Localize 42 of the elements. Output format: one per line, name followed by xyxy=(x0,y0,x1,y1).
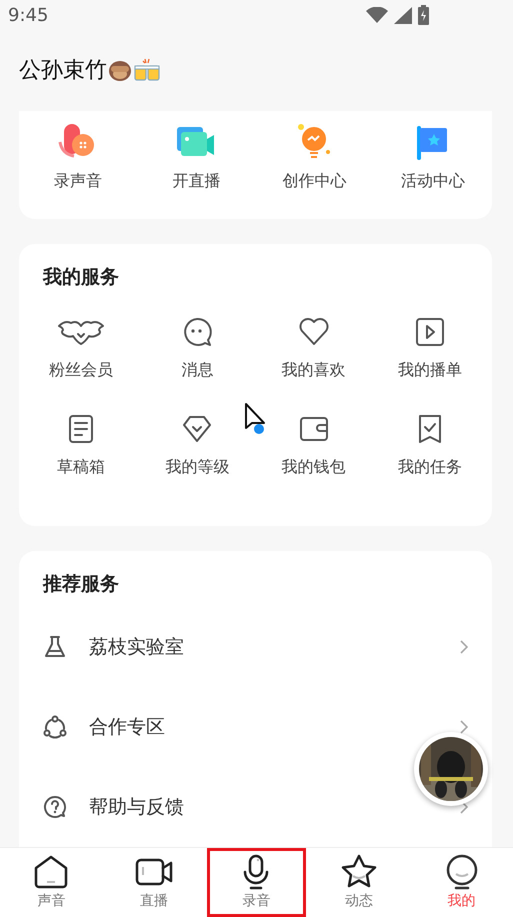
chevron-right-icon xyxy=(460,640,468,654)
status-time: 9:45 xyxy=(8,4,48,26)
monkey-emoji-icon xyxy=(107,59,133,82)
section-title: 推荐服务 xyxy=(43,572,120,597)
quick-action[interactable]: 活动中心 xyxy=(374,110,492,219)
quick-action[interactable]: 录声音 xyxy=(19,110,138,219)
tab-item[interactable]: 我的 xyxy=(412,848,511,917)
service-item[interactable]: 我的喜欢 xyxy=(256,316,372,381)
quick-action[interactable]: 开直播 xyxy=(137,110,256,219)
signal-icon xyxy=(394,6,412,24)
section-title: 我的服务 xyxy=(43,265,120,290)
service-item[interactable]: 我的播单 xyxy=(372,316,488,381)
play-square-icon xyxy=(414,316,446,348)
quick-action[interactable]: 创作中心 xyxy=(256,110,374,219)
service-row[interactable]: 帮助与反馈 xyxy=(43,794,184,820)
tab-item[interactable]: 直播 xyxy=(104,848,204,917)
tab-item[interactable]: 声音 xyxy=(2,848,101,917)
service-item[interactable]: 粉丝会员 xyxy=(23,316,140,381)
flag-app-icon xyxy=(416,126,449,160)
heart-icon xyxy=(298,316,330,348)
connected-nodes-icon xyxy=(43,715,67,739)
home-icon xyxy=(32,854,70,890)
chevron-right-icon xyxy=(460,720,468,734)
flask-icon xyxy=(43,635,67,659)
tab-item[interactable]: 动态 xyxy=(310,848,408,917)
star-icon xyxy=(340,854,378,890)
battery-icon xyxy=(418,5,429,25)
help-icon xyxy=(43,795,67,819)
service-row[interactable]: 荔枝实验室 xyxy=(43,634,184,660)
service-item[interactable]: 草稿箱 xyxy=(23,413,140,478)
diamond-icon xyxy=(181,413,214,445)
service-item[interactable]: 我的钱包 xyxy=(256,413,372,478)
service-item[interactable]: 消息 xyxy=(139,316,256,381)
wifi-icon xyxy=(366,7,388,23)
service-item[interactable]: 我的任务 xyxy=(372,413,488,478)
chat-bubble-icon xyxy=(181,316,214,348)
video-camera-app-icon xyxy=(177,126,216,159)
user-name: 公孙束竹 xyxy=(19,57,107,86)
service-row[interactable]: 合作专区 xyxy=(43,714,165,740)
service-item[interactable]: 我的等级 xyxy=(139,413,256,478)
tab-item[interactable]: 录音 xyxy=(207,848,306,917)
beer-mugs-icon xyxy=(133,58,161,82)
